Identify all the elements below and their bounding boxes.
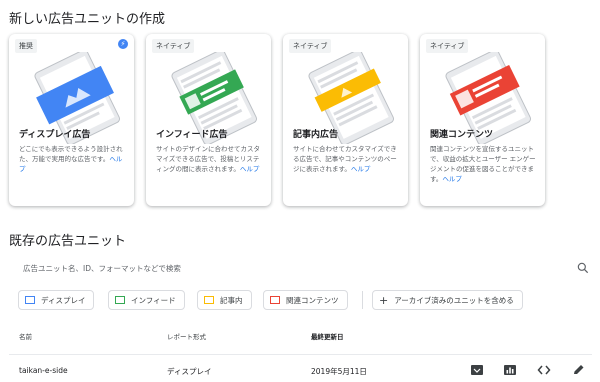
search-input[interactable] bbox=[23, 261, 543, 275]
lightning-icon: ⚡ bbox=[118, 39, 128, 49]
create-section-title: 新しい広告ユニットの作成 bbox=[9, 12, 166, 27]
edit-pencil-icon[interactable] bbox=[572, 364, 586, 376]
filter-chip-infeed[interactable]: インフィード bbox=[108, 290, 185, 310]
display-ad-description: どこにでも表示できるよう設計された、万能で実用的な広告です。ヘルプ bbox=[19, 145, 123, 173]
row-format: ディスプレイ bbox=[167, 367, 212, 376]
inarticle-format-icon bbox=[204, 296, 214, 304]
archive-icon[interactable] bbox=[470, 364, 484, 376]
filter-label: ディスプレイ bbox=[41, 295, 86, 305]
report-chart-icon[interactable] bbox=[503, 364, 517, 376]
display-ad-title: ディスプレイ広告 bbox=[19, 130, 91, 140]
inarticle-help-link[interactable]: ヘルプ bbox=[351, 165, 371, 173]
display-ad-card[interactable]: 推奨 ⚡ ディスプレイ広告 どこにでも表示できるよう設計された、万能で実用的な広… bbox=[9, 34, 134, 206]
ad-unit-type-cards: 推奨 ⚡ ディスプレイ広告 どこにでも表示できるよう設計された、万能で実用的な広… bbox=[9, 34, 600, 206]
row-updated: 2019年5月11日 bbox=[311, 367, 367, 376]
search-bar bbox=[9, 259, 592, 279]
related-format-icon bbox=[270, 296, 280, 304]
native-badge: ネイティブ bbox=[289, 39, 332, 53]
native-badge: ネイティブ bbox=[152, 39, 195, 53]
existing-section-title: 既存の広告ユニット bbox=[9, 234, 127, 249]
filter-label: 関連コンテンツ bbox=[286, 295, 339, 305]
filter-chip-inarticle[interactable]: 記事内 bbox=[197, 290, 252, 310]
plus-icon: + bbox=[379, 293, 389, 307]
related-content-card[interactable]: ネイティブ 関連コンテンツ 関連コンテンツを宣伝するユニットで、収益の拡大とユー… bbox=[420, 34, 545, 206]
col-format-header[interactable]: レポート形式 bbox=[167, 331, 206, 341]
native-badge: ネイティブ bbox=[426, 39, 469, 53]
related-content-description: 関連コンテンツを宣伝するユニットで、収益の拡大とユーザー エンゲージメントの促進… bbox=[430, 145, 536, 183]
filter-label: 記事内 bbox=[220, 295, 243, 305]
infeed-help-link[interactable]: ヘルプ bbox=[240, 165, 260, 173]
related-content-title: 関連コンテンツ bbox=[430, 130, 494, 140]
infeed-ad-card[interactable]: ネイティブ インフィード広告 サイトのデザインに合わせてカスタマイズできる広告で… bbox=[146, 34, 271, 206]
code-icon[interactable] bbox=[537, 364, 551, 376]
archive-toggle-label: アーカイブ済みのユニットを含める bbox=[394, 295, 514, 305]
infeed-format-icon bbox=[115, 296, 125, 304]
col-updated-header[interactable]: 最終更新日 bbox=[311, 331, 344, 341]
filter-label: インフィード bbox=[131, 295, 176, 305]
inarticle-ad-title: 記事内広告 bbox=[293, 130, 339, 140]
recommended-badge: 推奨 bbox=[15, 39, 37, 53]
infeed-ad-description: サイトのデザインに合わせてカスタマイズできる広告で、投稿とリスティングの間に表示… bbox=[156, 145, 260, 173]
display-format-icon bbox=[25, 296, 35, 304]
infeed-ad-title: インフィード広告 bbox=[156, 130, 228, 140]
col-name-header[interactable]: 名前 bbox=[19, 331, 32, 341]
row-name[interactable]: taikan-e-side bbox=[19, 366, 68, 375]
filter-chip-related[interactable]: 関連コンテンツ bbox=[263, 290, 348, 310]
inarticle-ad-card[interactable]: ネイティブ 記事内広告 サイトに合わせてカスタマイズできる広告で、記事やコンテン… bbox=[283, 34, 408, 206]
search-icon[interactable] bbox=[576, 261, 590, 275]
table-header-divider bbox=[9, 354, 592, 355]
filter-chip-display[interactable]: ディスプレイ bbox=[18, 290, 95, 310]
archive-toggle-chip[interactable]: + アーカイブ済みのユニットを含める bbox=[372, 290, 523, 310]
related-help-link[interactable]: ヘルプ bbox=[442, 175, 462, 183]
filter-divider bbox=[362, 291, 363, 309]
inarticle-ad-description: サイトに合わせてカスタマイズできる広告で、記事やコンテンツのページに表示されます… bbox=[293, 145, 397, 173]
